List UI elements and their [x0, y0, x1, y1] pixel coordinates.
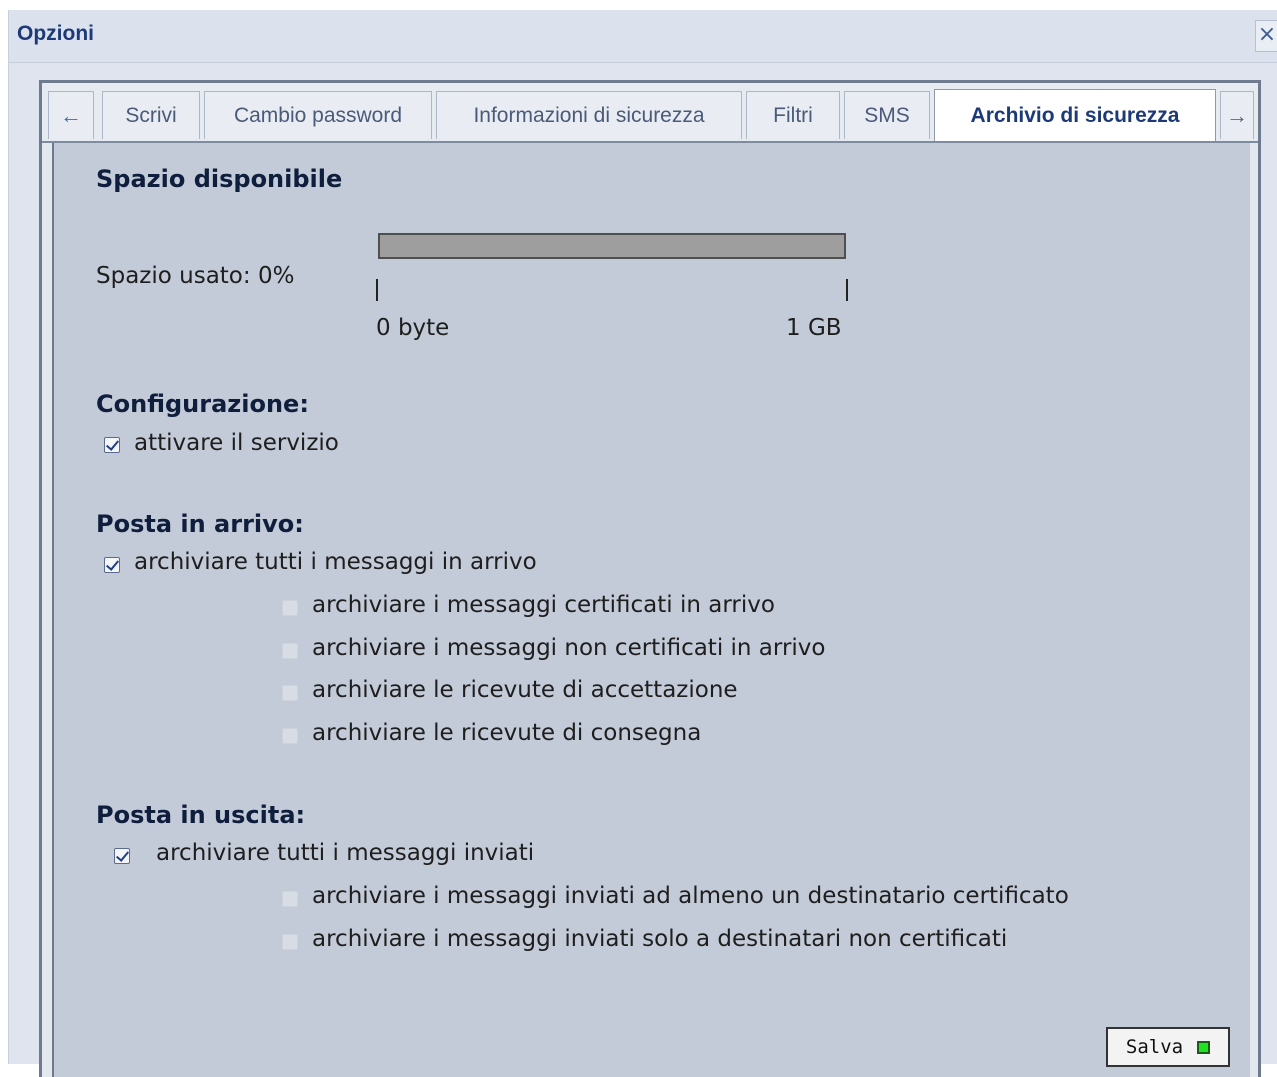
- tab-cambio-password[interactable]: Cambio password: [204, 91, 432, 139]
- dialog-titlebar: Opzioni: [9, 10, 1277, 63]
- dialog-title: Opzioni: [17, 22, 94, 45]
- archive-sent-to-certified-checkbox[interactable]: [282, 891, 298, 907]
- tab-sms[interactable]: SMS: [844, 91, 930, 139]
- archive-sent-to-uncertified-checkbox[interactable]: [282, 934, 298, 950]
- archive-uncertified-incoming-checkbox[interactable]: [282, 643, 298, 659]
- archive-acceptance-receipts-checkbox[interactable]: [282, 685, 298, 701]
- archive-uncertified-incoming-label: archiviare i messaggi non certificati in…: [312, 635, 826, 661]
- space-heading: Spazio disponibile: [96, 165, 343, 193]
- scale-max-label: 1 GB: [786, 315, 842, 341]
- tab-panel-frame: ← Scrivi Cambio password Informazioni di…: [39, 80, 1261, 1077]
- scale-min-label: 0 byte: [376, 315, 450, 341]
- tab-filtri[interactable]: Filtri: [746, 91, 840, 139]
- tab-scrivi[interactable]: Scrivi: [102, 91, 200, 139]
- archive-settings-panel: Spazio disponibile Spazio usato: 0% 0 by…: [52, 143, 1250, 1077]
- scale-min-tick: [376, 279, 378, 301]
- archive-certified-incoming-label: archiviare i messaggi certificati in arr…: [312, 592, 775, 618]
- outgoing-heading: Posta in uscita:: [96, 801, 306, 829]
- archive-sent-to-uncertified-label: archiviare i messaggi inviati solo a des…: [312, 926, 1008, 952]
- tab-scroll-left-button[interactable]: ←: [48, 91, 94, 139]
- tab-bar: ← Scrivi Cambio password Informazioni di…: [42, 83, 1258, 143]
- save-button[interactable]: Salva: [1106, 1027, 1230, 1067]
- arrow-right-icon: →: [1226, 102, 1248, 128]
- close-button[interactable]: ×: [1255, 20, 1277, 52]
- archive-delivery-receipts-label: archiviare le ricevute di consegna: [312, 720, 702, 746]
- space-usage-bar: [378, 233, 846, 259]
- archive-all-incoming-label: archiviare tutti i messaggi in arrivo: [134, 549, 537, 575]
- archive-all-incoming-checkbox[interactable]: [104, 557, 120, 573]
- tab-scroll-right-button[interactable]: →: [1220, 91, 1254, 139]
- archive-acceptance-receipts-label: archiviare le ricevute di accettazione: [312, 677, 738, 703]
- activate-service-checkbox[interactable]: [104, 437, 120, 453]
- config-heading: Configurazione:: [96, 390, 309, 418]
- save-button-label: Salva: [1125, 1036, 1184, 1058]
- tab-informazioni-di-sicurezza[interactable]: Informazioni di sicurezza: [436, 91, 742, 139]
- archive-sent-to-certified-label: archiviare i messaggi inviati ad almeno …: [312, 883, 1069, 909]
- archive-certified-incoming-checkbox[interactable]: [282, 600, 298, 616]
- options-dialog: Opzioni × ← Scrivi Cambio password Infor…: [8, 10, 1277, 1077]
- archive-all-outgoing-label: archiviare tutti i messaggi inviati: [156, 840, 535, 866]
- status-led-icon: [1197, 1040, 1211, 1054]
- scale-max-tick: [846, 279, 848, 301]
- space-used-label: Spazio usato: 0%: [96, 263, 295, 289]
- activate-service-label: attivare il servizio: [134, 430, 339, 456]
- tab-archivio-di-sicurezza[interactable]: Archivio di sicurezza: [934, 89, 1216, 141]
- arrow-left-icon: ←: [60, 102, 82, 128]
- incoming-heading: Posta in arrivo:: [96, 510, 304, 538]
- archive-delivery-receipts-checkbox[interactable]: [282, 728, 298, 744]
- archive-all-outgoing-checkbox[interactable]: [114, 848, 130, 864]
